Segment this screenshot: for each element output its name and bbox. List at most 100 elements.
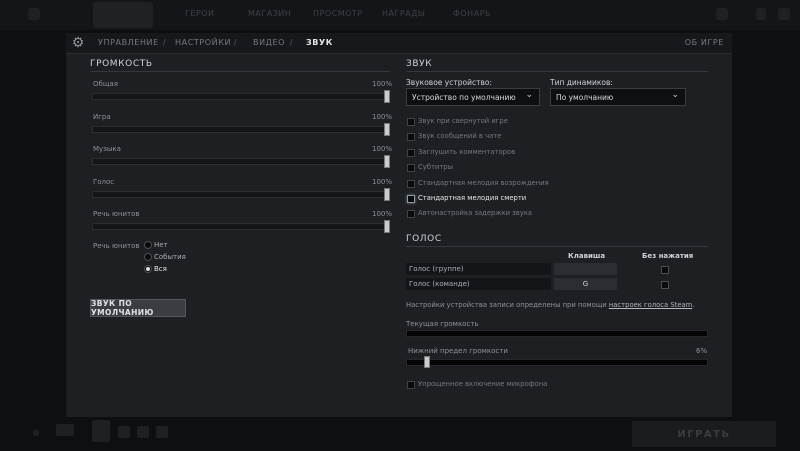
slider-percent: 100% <box>372 145 393 153</box>
chevron-down-icon: ⌄ <box>671 90 679 100</box>
col-key-header: Клавиша <box>568 252 606 260</box>
chevron-down-icon: ⌄ <box>525 90 533 100</box>
current-volume-label: Текущая громкость <box>406 320 479 328</box>
volume-section-title: ГРОМКОСТЬ <box>90 59 153 69</box>
voice-row: Голос (команде) G <box>406 278 706 290</box>
tab-video[interactable]: ВИДЕО <box>253 38 285 47</box>
voice-section-title: ГОЛОС <box>406 234 442 244</box>
bottom-icon[interactable] <box>137 426 149 438</box>
bottom-icon[interactable] <box>156 426 168 438</box>
right-backdrop <box>732 30 800 418</box>
checkbox[interactable] <box>407 381 415 389</box>
lower-limit-slider[interactable] <box>406 359 708 366</box>
top-logo <box>28 8 40 20</box>
volume-slider[interactable] <box>92 188 390 201</box>
bottom-icon[interactable] <box>118 426 130 438</box>
speakers-label: Тип динамиков: <box>550 78 613 87</box>
bottom-icon[interactable] <box>56 424 74 436</box>
tab-controls[interactable]: УПРАВЛЕНИЕ <box>98 38 159 47</box>
speakers-dropdown[interactable]: По умолчанию ⌄ <box>550 88 686 106</box>
radio-button[interactable] <box>144 241 152 249</box>
slider-percent: 100% <box>372 210 393 218</box>
volume-slider[interactable] <box>92 90 390 103</box>
slider-fill <box>93 224 389 229</box>
note-text: Настройки устройства записи определены п… <box>406 301 609 309</box>
volume-slider[interactable] <box>92 155 390 168</box>
note-suffix: . <box>692 301 695 309</box>
breadcrumb-separator: / <box>234 38 237 47</box>
voice-device-note: Настройки устройства записи определены п… <box>406 301 694 309</box>
slider-handle[interactable] <box>384 188 390 201</box>
lower-limit-percent: 6% <box>696 347 708 355</box>
volume-slider[interactable] <box>92 123 390 136</box>
checkbox[interactable] <box>407 195 415 203</box>
about-link[interactable]: ОБ ИГРЕ <box>685 38 724 47</box>
slider-fill <box>93 127 389 132</box>
slider-fill <box>93 94 389 99</box>
voice-no-press-checkbox[interactable] <box>661 281 669 289</box>
slider-handle[interactable] <box>384 123 390 136</box>
device-label: Звуковое устройство: <box>406 78 492 87</box>
steam-voice-settings-link[interactable]: настроек голоса Steam <box>609 301 692 309</box>
slider-label: Голос <box>93 178 115 186</box>
bottom-portrait[interactable] <box>92 420 110 442</box>
slider-percent: 100% <box>372 80 393 88</box>
slider-label: Общая <box>93 80 118 88</box>
slider-handle[interactable] <box>384 220 390 233</box>
checkbox[interactable] <box>407 118 415 126</box>
breadcrumb-separator: / <box>290 38 293 47</box>
checkbox[interactable] <box>407 133 415 142</box>
default-sound-button[interactable]: ЗВУК ПО УМОЛЧАНИЮ <box>90 299 186 317</box>
slider-handle[interactable] <box>384 90 390 103</box>
volume-slider[interactable] <box>92 220 390 233</box>
top-right-icon[interactable] <box>778 8 790 20</box>
top-nav-item[interactable]: МАГАЗИН <box>248 9 291 18</box>
settings-panel: ⚙ УПРАВЛЕНИЕ / НАСТРОЙКИ / ВИДЕО / ЗВУК … <box>66 33 732 417</box>
top-bar: ГЕРОИ МАГАЗИН ПРОСМОТР НАГРАДЫ ФОНАРЬ <box>0 0 800 30</box>
divider <box>90 71 390 72</box>
checkbox-label: Звук при свернутой игре <box>418 117 508 125</box>
checkbox[interactable] <box>407 210 415 219</box>
slider-percent: 100% <box>372 178 393 186</box>
top-nav-item[interactable]: НАГРАДЫ <box>382 9 425 18</box>
device-dropdown[interactable]: Устройство по умолчанию ⌄ <box>406 88 540 106</box>
left-backdrop <box>0 30 66 418</box>
unit-speech-label: Речь юнитов <box>93 242 140 250</box>
radio-label: Вся <box>154 265 167 273</box>
checkbox-label: Звук сообщений в чате <box>418 132 502 141</box>
voice-key-binding[interactable] <box>554 263 617 275</box>
slider-label: Музыка <box>93 145 121 153</box>
radio-button[interactable] <box>144 265 152 273</box>
tab-settings[interactable]: НАСТРОЙКИ <box>175 38 231 47</box>
device-value: Устройство по умолчанию <box>412 93 516 102</box>
top-right-icon[interactable] <box>756 8 766 20</box>
radio-label: События <box>154 253 186 261</box>
current-volume-meter <box>406 330 708 337</box>
radio-button[interactable] <box>144 253 152 261</box>
slider-handle[interactable] <box>384 155 390 168</box>
top-nav-item[interactable]: ФОНАРЬ <box>453 9 491 18</box>
voice-no-press-checkbox[interactable] <box>661 266 669 274</box>
sound-section-title: ЗВУК <box>406 59 433 69</box>
tab-sound[interactable]: ЗВУК <box>306 38 333 47</box>
lower-limit-label: Нижний предел громкости <box>408 347 508 355</box>
checkbox-label: Упрощенное включение микрофона <box>418 380 548 388</box>
checkbox[interactable] <box>407 164 415 173</box>
slider-label: Речь юнитов <box>93 210 140 218</box>
slider-percent: 100% <box>372 113 393 121</box>
top-nav-item[interactable]: ПРОСМОТР <box>313 9 363 18</box>
play-button[interactable]: ИГРАТЬ <box>632 421 776 447</box>
bottom-icon[interactable] <box>33 430 39 436</box>
top-right-icon[interactable] <box>716 8 728 20</box>
checkbox[interactable] <box>407 179 415 188</box>
checkbox-label: Субтитры <box>418 163 453 172</box>
top-nav-item[interactable]: ГЕРОИ <box>185 9 215 18</box>
lower-limit-handle[interactable] <box>424 356 430 368</box>
col-no-press-header: Без нажатия <box>642 252 694 260</box>
voice-key-binding[interactable]: G <box>554 278 617 290</box>
radio-label: Нет <box>154 241 168 249</box>
gear-icon[interactable]: ⚙ <box>70 35 86 51</box>
checkbox[interactable] <box>407 148 415 157</box>
checkbox-label: Заглушить комментаторов <box>418 147 516 156</box>
settings-nav: ⚙ УПРАВЛЕНИЕ / НАСТРОЙКИ / ВИДЕО / ЗВУК … <box>66 33 732 54</box>
